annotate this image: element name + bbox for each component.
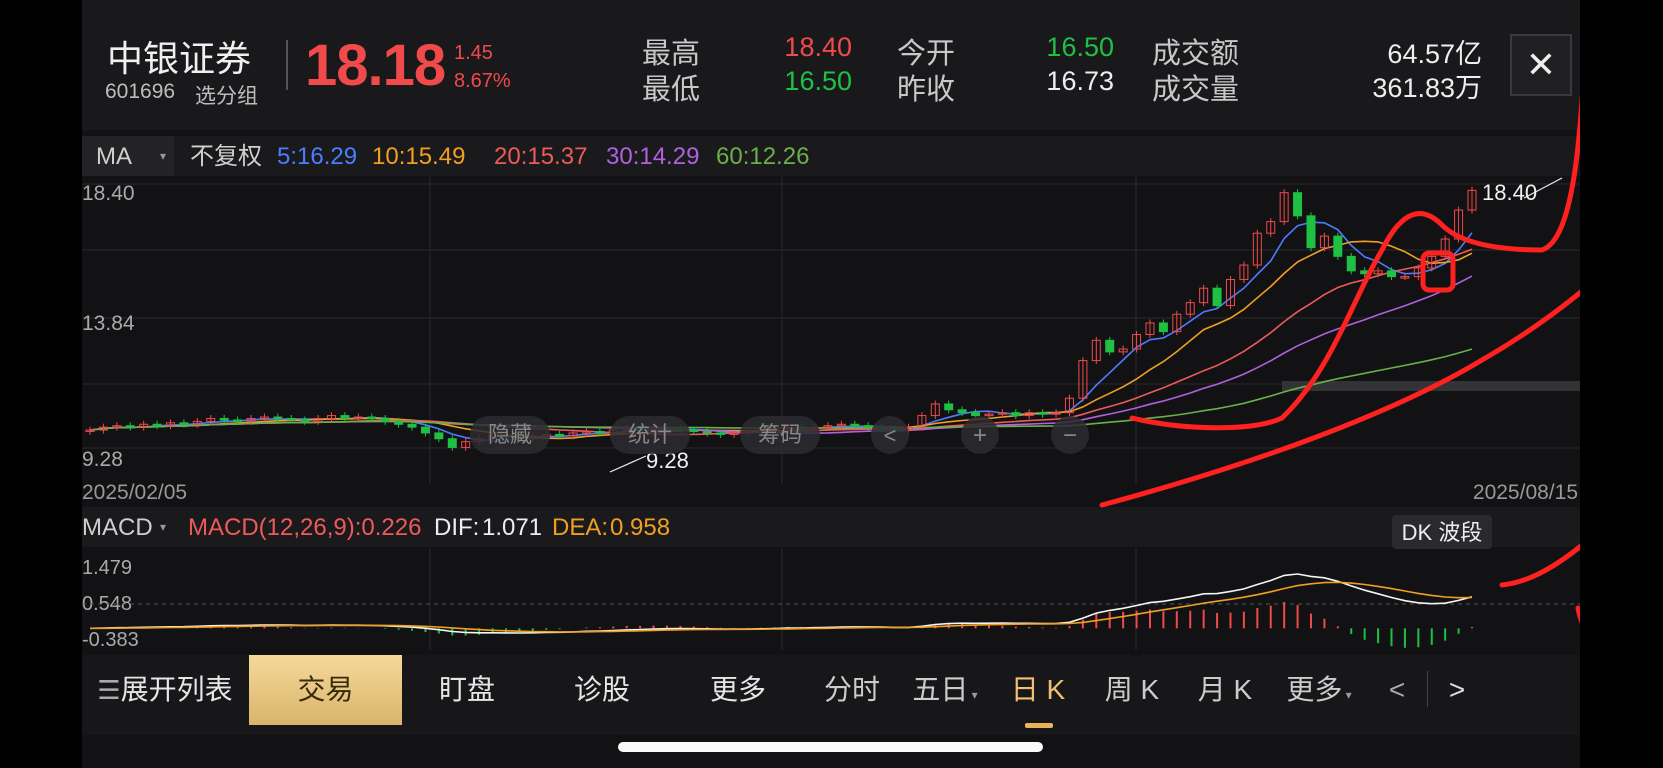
candle: [447, 438, 457, 448]
adjust-mode[interactable]: 不复权: [190, 143, 262, 170]
hide-button-label: 隐藏: [488, 422, 532, 447]
chevron-left-icon[interactable]: <: [1372, 655, 1422, 725]
macd-params: MACD(12,26,9):0.226: [188, 514, 421, 541]
more-button[interactable]: 更多: [688, 655, 788, 725]
plus-icon: +: [973, 422, 987, 449]
dif-value: 1.071: [482, 514, 542, 541]
bottom-toolbar: ☰展开列表 交易 盯盘 诊股 更多 分时 五日 ▾ 日 K 周 K 月 K 更多…: [82, 655, 1580, 735]
ma-indicator-label: MA: [96, 143, 132, 170]
tab-weekly-k[interactable]: 周 K: [1082, 655, 1182, 725]
candle: [394, 420, 404, 425]
stats-button-label: 统计: [628, 422, 672, 447]
macd-y-top: 1.479: [82, 557, 132, 579]
candle: [1158, 322, 1168, 333]
minus-icon: −: [1063, 422, 1077, 449]
expand-list-button[interactable]: ☰展开列表: [90, 655, 240, 725]
macd-y-bottom: -0.383: [82, 629, 139, 651]
menu-list-icon: ☰: [97, 675, 121, 705]
chevron-down-icon: ▾: [160, 520, 166, 534]
chevron-right-icon[interactable]: >: [1432, 655, 1482, 725]
candle: [273, 416, 283, 420]
chevron-down-icon: ▾: [968, 688, 978, 702]
tab-five-day-label: 五日: [912, 674, 969, 705]
candle: [125, 425, 135, 428]
ma20-value: 20:15.37: [494, 143, 587, 170]
ma30-line: [89, 275, 1473, 434]
dea-label: DEA:: [552, 514, 608, 541]
ma5-line: [89, 221, 1473, 442]
candle: [340, 415, 350, 419]
ma10-value: 10:15.49: [372, 143, 465, 170]
candle: [367, 416, 377, 420]
active-tab-indicator: [1025, 723, 1053, 728]
trade-button[interactable]: 交易: [249, 655, 402, 725]
chevron-down-icon: ▾: [1342, 688, 1352, 702]
candle: [152, 423, 162, 427]
kline-chart[interactable]: MA ▾ 不复权 5:16.29 10:15.49 20:15.37 30:14…: [82, 0, 1580, 660]
candle: [555, 433, 565, 437]
max-price-annotation: 18.40: [1482, 180, 1537, 205]
candle: [689, 429, 699, 433]
stock-chart-app: 中银证券 601696 选分组 18.18 1.45 8.67% 最高 最低 1…: [82, 0, 1580, 768]
candle: [233, 419, 243, 422]
chevron-down-icon: ▾: [160, 149, 166, 163]
macd-indicator-label[interactable]: MACD: [82, 514, 153, 541]
end-date-label: 2025/08/15: [1473, 481, 1578, 504]
tab-more-label: 更多: [1286, 674, 1343, 705]
dea-value: 0.958: [610, 514, 670, 541]
candle: [434, 432, 444, 440]
tab-five-day[interactable]: 五日 ▾: [890, 655, 1000, 725]
ma30-value: 30:14.29: [606, 143, 699, 170]
candle: [219, 417, 229, 421]
candle: [863, 425, 873, 428]
candle: [1038, 412, 1048, 415]
candle: [420, 426, 430, 434]
candle: [971, 412, 981, 417]
candle: [716, 432, 726, 435]
candle: [380, 417, 390, 422]
candle: [1346, 255, 1356, 272]
chevron-left-icon: <: [884, 423, 897, 448]
dif-label: DIF:: [434, 514, 479, 541]
y-top-label: 18.40: [82, 182, 135, 205]
y-mid-label: 13.84: [82, 312, 135, 335]
divider: [1427, 671, 1428, 707]
start-date-label: 2025/02/05: [82, 481, 187, 504]
home-indicator: [618, 742, 1043, 752]
dk-band-label: DK 波段: [1402, 520, 1483, 545]
candle: [1105, 339, 1115, 353]
ma10-line: [89, 240, 1473, 440]
candle: [957, 409, 967, 414]
ma60-value: 60:12.26: [716, 143, 809, 170]
candle: [1212, 287, 1222, 307]
chips-button-label: 筹码: [758, 422, 802, 447]
ma20-line: [89, 248, 1473, 436]
diagnose-button[interactable]: 诊股: [552, 655, 652, 725]
candle: [850, 423, 860, 427]
candle: [944, 403, 954, 411]
candle: [1011, 412, 1021, 417]
tab-monthly-k[interactable]: 月 K: [1175, 655, 1275, 725]
candle: [1333, 235, 1343, 257]
candle: [595, 431, 605, 434]
tab-daily-k[interactable]: 日 K: [988, 655, 1088, 725]
candle: [1386, 270, 1396, 278]
y-bottom-label: 9.28: [82, 448, 123, 471]
candle: [407, 423, 417, 428]
ma5-value: 5:16.29: [277, 143, 357, 170]
candle: [1293, 192, 1303, 217]
candle: [300, 419, 310, 422]
tab-intraday[interactable]: 分时: [802, 655, 902, 725]
tab-more[interactable]: 更多 ▾: [1264, 655, 1374, 725]
watch-button[interactable]: 盯盘: [417, 655, 517, 725]
expand-list-label: 展开列表: [120, 674, 233, 705]
candle: [1306, 215, 1316, 249]
candle: [179, 422, 189, 425]
candle: [702, 431, 712, 434]
candle: [286, 417, 296, 421]
